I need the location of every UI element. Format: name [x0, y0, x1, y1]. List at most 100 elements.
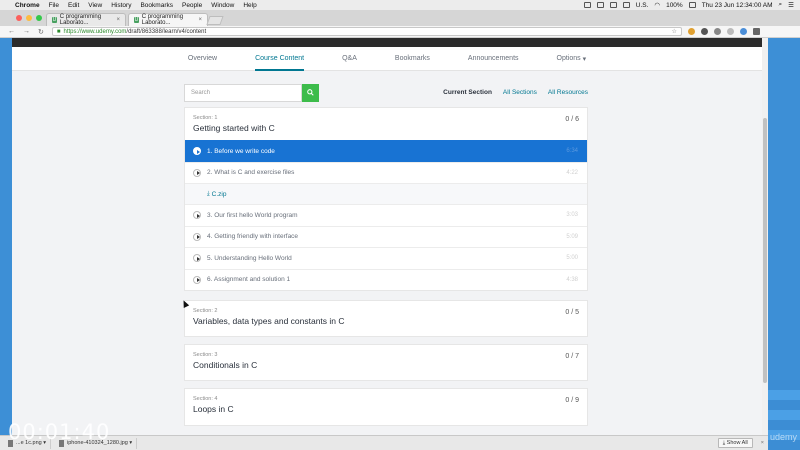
lecture-item[interactable]: 5. Understanding Hello World 5:00	[185, 247, 587, 269]
spotlight-icon[interactable]: ⌕	[779, 1, 783, 9]
caret-down-icon[interactable]: ▾	[129, 440, 132, 446]
bookmark-star-icon[interactable]: ☆	[671, 28, 676, 35]
input-source-label[interactable]: U.S.	[636, 2, 649, 9]
menu-people[interactable]: People	[182, 2, 202, 9]
filter-all-resources[interactable]: All Resources	[548, 89, 588, 96]
lecture-duration: 4:38	[566, 276, 578, 283]
close-window-icon[interactable]	[16, 15, 22, 21]
filter-current-section[interactable]: Current Section	[443, 89, 492, 96]
section-card-4[interactable]: Section: 4 Loops in C 0 / 9	[184, 388, 588, 426]
screen-record-icon[interactable]	[583, 2, 591, 8]
section-header[interactable]: Section: 1 Getting started with C 0 / 6	[185, 108, 587, 140]
close-shelf-icon[interactable]: ×	[761, 440, 764, 446]
play-icon	[193, 254, 201, 263]
display-icon[interactable]	[596, 2, 604, 8]
menu-window[interactable]: Window	[211, 2, 234, 9]
menu-view[interactable]: View	[88, 2, 102, 9]
tab-qa[interactable]: Q&A	[342, 47, 357, 71]
menu-history[interactable]: History	[111, 2, 131, 9]
menu-bookmarks[interactable]: Bookmarks	[140, 2, 173, 9]
browser-tab-title: C programming Laborato...	[59, 14, 102, 26]
extension-icon[interactable]	[726, 28, 734, 35]
minimize-window-icon[interactable]	[26, 15, 32, 21]
udemy-favicon-icon: U	[52, 17, 57, 23]
menu-bar-clock[interactable]: Thu 23 Jun 12:34:00 AM	[702, 2, 773, 9]
tab-course-content[interactable]: Course Content	[255, 47, 305, 71]
section-number: Section: 2	[193, 308, 218, 314]
back-arrow-icon[interactable]: ←	[8, 28, 15, 35]
tab-options[interactable]: Options ▾	[557, 47, 587, 71]
new-tab-button[interactable]	[206, 16, 224, 25]
menu-help[interactable]: Help	[243, 2, 256, 9]
forward-arrow-icon[interactable]: →	[23, 28, 30, 35]
section-card-2[interactable]: Section: 2 Variables, data types and con…	[184, 300, 588, 337]
section-title: Getting started with C	[193, 123, 275, 133]
course-header-bar	[12, 38, 762, 47]
download-icon: ⤓	[722, 439, 726, 446]
play-icon	[193, 275, 201, 284]
lecture-title: 6. Assignment and solution 1	[207, 276, 291, 284]
lecture-title: 3. Our first hello World program	[207, 211, 298, 219]
extension-icon[interactable]	[687, 28, 695, 35]
section-card-3[interactable]: Section: 3 Conditionals in C 0 / 7	[184, 344, 588, 381]
page-scrollbar[interactable]	[762, 38, 768, 435]
lecture-duration: 4:22	[566, 169, 578, 176]
lecture-duration: 5:09	[566, 233, 578, 240]
download-icon: ⤓	[207, 190, 210, 197]
battery-percentage: 100%	[666, 1, 683, 9]
resource-item[interactable]: ⤓ C.zip	[185, 183, 587, 204]
chrome-menu-icon[interactable]	[752, 28, 760, 35]
extension-icon[interactable]	[713, 28, 721, 35]
lecture-item[interactable]: 6. Assignment and solution 1 4:38	[185, 268, 587, 291]
lecture-item[interactable]: 2. What is C and exercise files 4:22	[185, 161, 587, 184]
section-header[interactable]: Section: 3 Conditionals in C 0 / 7	[185, 345, 587, 377]
section-progress-count: 0 / 5	[565, 309, 579, 316]
tab-announcements[interactable]: Announcements	[468, 47, 519, 71]
volume-icon[interactable]	[622, 2, 630, 8]
battery-icon[interactable]	[688, 2, 696, 8]
search-icon	[307, 89, 314, 96]
scrollbar-thumb[interactable]	[763, 118, 767, 383]
show-all-label: Show All	[726, 440, 748, 446]
notification-center-icon[interactable]: ☰	[788, 1, 794, 9]
lecture-title: 5. Understanding Hello World	[207, 254, 292, 262]
filter-all-sections[interactable]: All Sections	[503, 89, 537, 96]
address-bar[interactable]: ■ https://www.udemy.com /draft/863388/le…	[51, 27, 682, 36]
browser-tab-2[interactable]: U C programming Laborato... ×	[128, 13, 208, 26]
course-tabs-nav: Overview Course Content Q&A Bookmarks An…	[12, 47, 762, 71]
tab-overview[interactable]: Overview	[188, 47, 217, 71]
lecture-title: 1. Before we write code	[207, 147, 275, 155]
close-tab-icon[interactable]: ×	[198, 17, 202, 23]
tab-bookmarks[interactable]: Bookmarks	[395, 47, 430, 71]
lecture-duration: 5:00	[566, 255, 578, 262]
browser-tab-title: C programming Laborato...	[141, 14, 184, 26]
lecture-item[interactable]: 1. Before we write code 6:34	[185, 140, 587, 162]
menu-edit[interactable]: Edit	[68, 2, 79, 9]
reload-icon[interactable]: ↻	[38, 28, 44, 36]
browser-tab-1[interactable]: U C programming Laborato... ×	[46, 13, 126, 26]
zoom-window-icon[interactable]	[36, 15, 42, 21]
menu-chrome[interactable]: Chrome	[15, 2, 40, 9]
tab-options-label: Options	[556, 55, 581, 62]
show-all-downloads-button[interactable]: ⤓ Show All	[717, 438, 753, 448]
menu-file[interactable]: File	[49, 2, 59, 9]
lecture-item[interactable]: 4. Getting friendly with interface 5:09	[185, 225, 587, 248]
wifi-icon[interactable]: ◠	[654, 1, 660, 9]
close-tab-icon[interactable]: ×	[116, 17, 120, 23]
section-header[interactable]: Section: 2 Variables, data types and con…	[185, 301, 587, 333]
course-content-page: Overview Course Content Q&A Bookmarks An…	[12, 38, 762, 435]
section-progress-count: 0 / 7	[565, 353, 579, 360]
bluetooth-icon[interactable]	[609, 2, 617, 8]
extension-icon[interactable]	[700, 28, 708, 35]
macos-menu-bar: Chrome File Edit View History Bookmarks …	[0, 0, 800, 10]
browser-tab-strip: U C programming Laborato... × U C progra…	[0, 10, 800, 26]
section-header[interactable]: Section: 4 Loops in C 0 / 9	[185, 389, 587, 421]
section-title: Conditionals in C	[193, 360, 258, 370]
caret-down-icon: ▾	[582, 55, 587, 63]
extension-icon[interactable]	[739, 28, 747, 35]
lecture-item[interactable]: 3. Our first hello World program 3:03	[185, 204, 587, 226]
search-input[interactable]: Search	[184, 83, 302, 102]
section-number: Section: 4	[193, 396, 218, 402]
search-button[interactable]	[302, 83, 319, 102]
download-shelf: ...e 1c.png ▾ iphone-410324_1280.jpg ▾ ⤓…	[0, 435, 768, 450]
